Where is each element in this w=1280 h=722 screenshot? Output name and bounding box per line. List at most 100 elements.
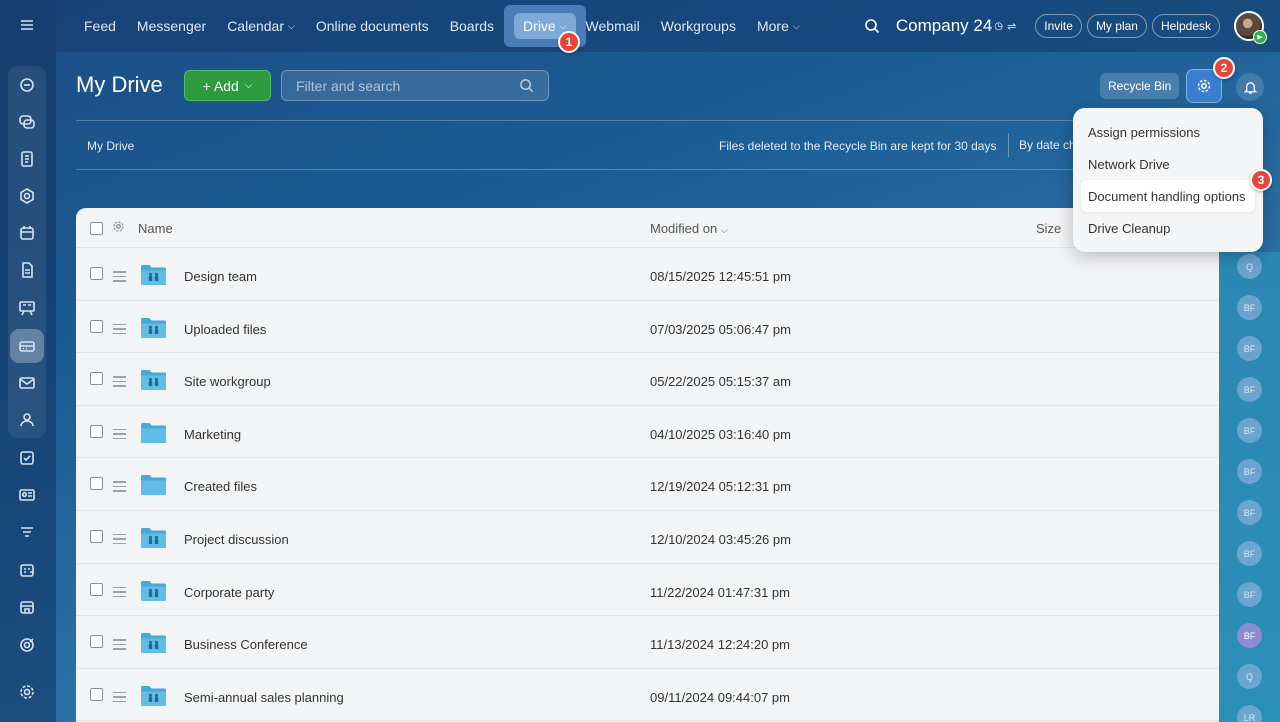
nav-messenger[interactable]: Messenger bbox=[137, 18, 206, 34]
messenger-icon[interactable] bbox=[10, 105, 44, 139]
chevron-down-icon: ⌵ bbox=[720, 225, 728, 235]
select-all-checkbox[interactable] bbox=[90, 222, 103, 235]
filter-icon[interactable] bbox=[10, 516, 44, 550]
menu-item-document-handling-options[interactable]: Document handling options bbox=[1088, 189, 1246, 204]
row-checkbox[interactable] bbox=[90, 687, 103, 701]
member-avatar[interactable]: BF bbox=[1237, 377, 1262, 402]
table-row[interactable]: Business Conference 11/13/2024 12:24:20 p… bbox=[76, 616, 1219, 669]
nav-boards[interactable]: Boards bbox=[450, 18, 494, 34]
my-plan-button[interactable]: My plan bbox=[1086, 14, 1147, 38]
drag-handle-icon[interactable] bbox=[113, 376, 126, 390]
file-name[interactable]: Uploaded files bbox=[184, 322, 266, 337]
drag-handle-icon[interactable] bbox=[113, 586, 126, 601]
add-button[interactable]: + Add ⌵ bbox=[184, 70, 271, 101]
notifications-button[interactable] bbox=[1236, 73, 1264, 101]
member-avatar[interactable]: BF bbox=[1237, 541, 1262, 566]
invite-button[interactable]: Invite bbox=[1035, 14, 1082, 38]
member-avatar[interactable]: BF bbox=[1237, 295, 1262, 320]
file-icon[interactable] bbox=[10, 253, 44, 287]
drag-handle-icon[interactable] bbox=[113, 481, 126, 495]
settings-icon[interactable] bbox=[10, 675, 44, 709]
search-input[interactable] bbox=[296, 77, 516, 94]
member-avatar[interactable]: LR bbox=[1237, 705, 1262, 722]
member-avatar[interactable]: Q bbox=[1237, 664, 1262, 689]
drag-handle-icon[interactable] bbox=[113, 639, 126, 653]
table-row[interactable]: Project discussion 12/10/2024 03:45:26 pm bbox=[76, 511, 1219, 564]
tasks-icon[interactable] bbox=[10, 441, 44, 475]
member-avatar[interactable]: BF bbox=[1237, 459, 1262, 484]
table-row[interactable]: Created files 12/19/2024 05:12:31 pm bbox=[76, 458, 1219, 511]
table-row[interactable]: Corporate party 11/22/2024 01:47:31 pm bbox=[76, 564, 1219, 617]
nav-online-documents[interactable]: Online documents bbox=[316, 18, 429, 34]
row-checkbox[interactable] bbox=[90, 529, 103, 543]
nav-calendar[interactable]: Calendar ⌵ bbox=[227, 18, 295, 34]
nav-workgroups[interactable]: Workgroups bbox=[661, 18, 736, 34]
row-checkbox[interactable] bbox=[90, 477, 103, 491]
store-icon[interactable] bbox=[10, 590, 44, 624]
column-name[interactable]: Name bbox=[138, 221, 173, 236]
column-size[interactable]: Size bbox=[1036, 221, 1061, 236]
menu-item-assign-permissions[interactable]: Assign permissions bbox=[1088, 125, 1200, 140]
table-row[interactable]: Design team 08/15/2025 12:45:51 pm bbox=[76, 248, 1219, 301]
file-name[interactable]: Semi-annual sales planning bbox=[184, 690, 344, 705]
nav-webmail[interactable]: Webmail bbox=[586, 18, 640, 34]
drag-handle-icon[interactable] bbox=[113, 323, 126, 338]
file-name[interactable]: Business Conference bbox=[184, 637, 308, 652]
member-avatar[interactable]: BF bbox=[1237, 336, 1262, 361]
row-checkbox[interactable] bbox=[90, 424, 103, 438]
row-checkbox[interactable] bbox=[90, 635, 103, 649]
workgroups-icon[interactable] bbox=[10, 403, 44, 437]
documents-icon[interactable] bbox=[10, 142, 44, 176]
column-settings-icon[interactable] bbox=[112, 220, 125, 233]
table-row[interactable]: Uploaded files 07/03/2025 05:06:47 pm bbox=[76, 301, 1219, 354]
drag-handle-icon[interactable] bbox=[113, 428, 126, 443]
drag-handle-icon[interactable] bbox=[113, 271, 126, 285]
member-avatar[interactable]: BF bbox=[1237, 623, 1262, 648]
search-icon bbox=[520, 79, 534, 93]
feed-icon[interactable] bbox=[10, 68, 44, 102]
file-name[interactable]: Project discussion bbox=[184, 532, 289, 547]
drag-handle-icon[interactable] bbox=[113, 691, 126, 706]
file-name[interactable]: Design team bbox=[184, 269, 257, 284]
file-name[interactable]: Marketing bbox=[184, 427, 241, 442]
schedule-icon[interactable] bbox=[10, 553, 44, 587]
filter-search-field[interactable] bbox=[281, 70, 549, 101]
target-icon[interactable] bbox=[10, 628, 44, 662]
helpdesk-button[interactable]: Helpdesk bbox=[1151, 14, 1220, 38]
row-checkbox[interactable] bbox=[90, 319, 103, 333]
main-nav: Feed Messenger Calendar ⌵ Online document… bbox=[84, 0, 821, 52]
table-row[interactable]: Site workgroup 05/22/2025 05:15:37 am bbox=[76, 353, 1219, 406]
table-row[interactable]: Marketing 04/10/2025 03:16:40 pm bbox=[76, 406, 1219, 459]
file-name[interactable]: Site workgroup bbox=[184, 374, 271, 389]
menu-icon[interactable] bbox=[10, 8, 44, 42]
menu-item-drive-cleanup[interactable]: Drive Cleanup bbox=[1088, 221, 1170, 236]
user-avatar[interactable]: ▶ bbox=[1234, 11, 1267, 44]
mail-icon[interactable] bbox=[10, 366, 44, 400]
member-avatar[interactable]: Q bbox=[1237, 254, 1262, 279]
drive-icon[interactable] bbox=[10, 329, 44, 363]
drag-handle-icon[interactable] bbox=[113, 533, 126, 548]
file-name[interactable]: Corporate party bbox=[184, 585, 274, 600]
member-avatar[interactable]: BF bbox=[1237, 500, 1262, 525]
file-name[interactable]: Created files bbox=[184, 479, 257, 494]
sort-dropdown[interactable]: By date ch bbox=[1008, 133, 1078, 157]
menu-item-network-drive[interactable]: Network Drive bbox=[1088, 157, 1170, 172]
calendar-icon[interactable] bbox=[10, 216, 44, 250]
nav-feed[interactable]: Feed bbox=[84, 18, 116, 34]
column-modified-on[interactable]: Modified on ⌵ bbox=[650, 221, 728, 236]
table-row[interactable]: Semi-annual sales planning 09/11/2024 09:… bbox=[76, 669, 1219, 722]
modified-date: 12/10/2024 03:45:26 pm bbox=[650, 531, 791, 547]
boards-icon[interactable] bbox=[10, 291, 44, 325]
row-checkbox[interactable] bbox=[90, 372, 103, 386]
company-name[interactable]: Company 24 ◷ ⇌ bbox=[896, 16, 1016, 36]
contact-card-icon[interactable] bbox=[10, 478, 44, 512]
nav-more[interactable]: More ⌵ bbox=[757, 18, 800, 34]
search-icon[interactable] bbox=[864, 18, 880, 34]
member-avatar[interactable]: BF bbox=[1237, 582, 1262, 607]
recycle-bin-button[interactable]: Recycle Bin bbox=[1100, 73, 1180, 99]
member-avatar[interactable]: BF bbox=[1237, 418, 1262, 443]
row-checkbox[interactable] bbox=[90, 582, 103, 596]
row-checkbox[interactable] bbox=[90, 267, 103, 280]
hexagon-icon[interactable] bbox=[10, 179, 44, 213]
breadcrumb[interactable]: My Drive bbox=[87, 139, 134, 153]
